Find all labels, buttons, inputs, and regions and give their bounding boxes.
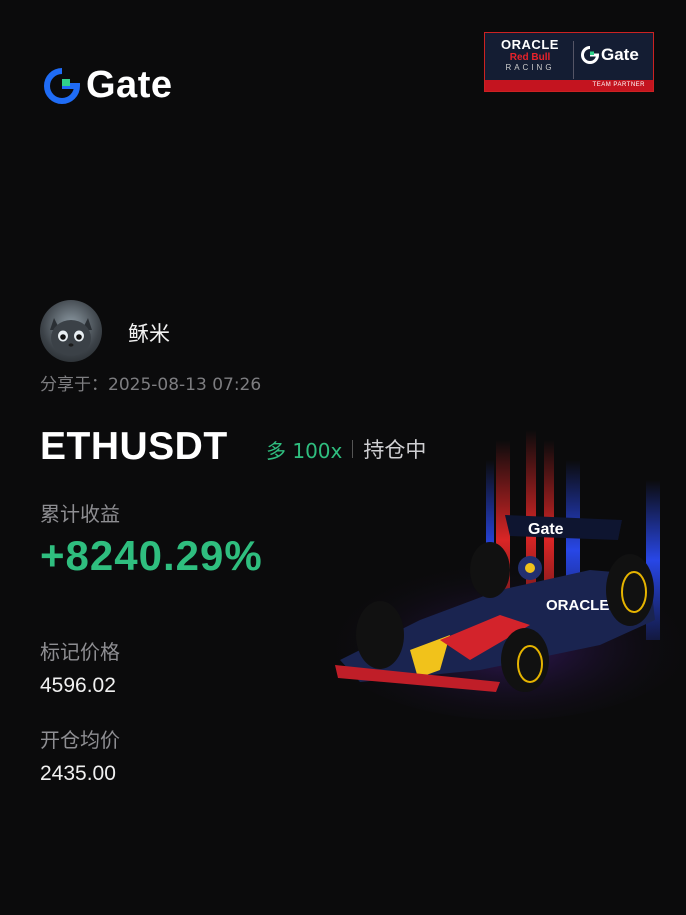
partner-badge: ORACLE Red Bull RACING Gate TEAM PARTNER bbox=[484, 32, 654, 92]
partner-gate-text: Gate bbox=[601, 45, 639, 64]
share-date: 2025-08-13 07:26 bbox=[108, 375, 262, 395]
share-label: 分享于： bbox=[40, 375, 108, 395]
gate-logo: Gate bbox=[44, 64, 172, 107]
cat-avatar-icon bbox=[50, 318, 92, 356]
entry-price-value: 2435.00 bbox=[40, 762, 116, 785]
trading-pair: ETHUSDT bbox=[40, 425, 228, 468]
partner-divider bbox=[573, 41, 574, 79]
race-car-illustration: Gate ORACLE bbox=[320, 430, 686, 720]
mark-price-value: 4596.02 bbox=[40, 674, 116, 697]
oracle-text: ORACLE bbox=[501, 37, 559, 52]
position-side: 多 bbox=[266, 438, 286, 463]
entry-price-label: 开仓均价 bbox=[40, 728, 120, 752]
f1-car-image: Gate ORACLE bbox=[300, 420, 686, 720]
share-time: 分享于：2025-08-13 07:26 bbox=[40, 370, 261, 395]
red-bull-text: Red Bull bbox=[509, 52, 551, 63]
mark-price-label: 标记价格 bbox=[40, 640, 120, 664]
pnl-label: 累计收益 bbox=[40, 502, 120, 526]
gate-small-icon bbox=[581, 46, 599, 64]
gate-logo-icon bbox=[44, 67, 80, 104]
svg-text:ORACLE: ORACLE bbox=[546, 597, 609, 614]
svg-text:Gate: Gate bbox=[528, 521, 564, 538]
racing-text: RACING bbox=[505, 63, 555, 72]
team-partner-text: TEAM PARTNER bbox=[592, 82, 645, 88]
pnl-value: +8240.29% bbox=[40, 532, 263, 579]
username: 稣米 bbox=[128, 322, 170, 346]
gate-logo-text: Gate bbox=[86, 64, 173, 106]
avatar bbox=[40, 300, 102, 362]
partner-strip: TEAM PARTNER bbox=[485, 80, 653, 91]
